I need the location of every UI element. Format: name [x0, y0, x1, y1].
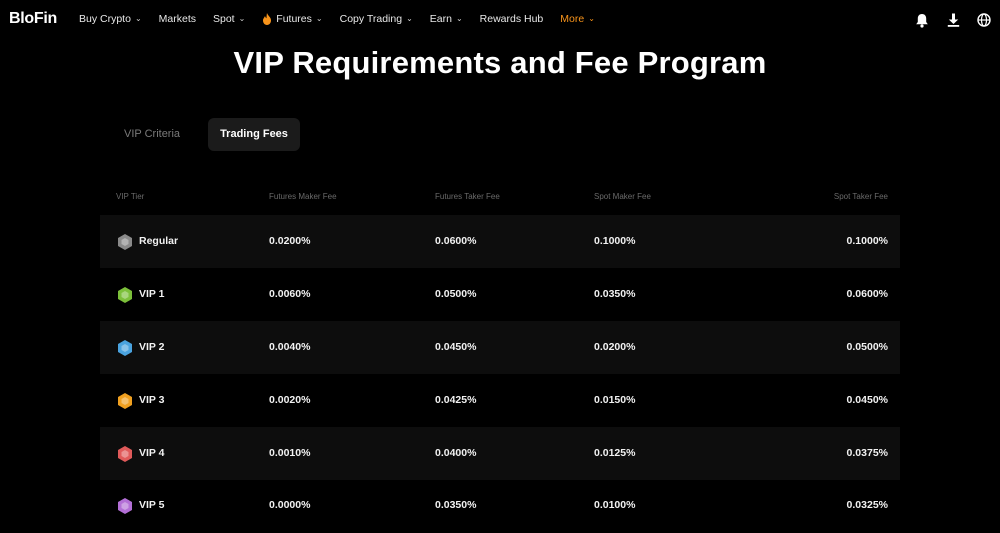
futures-taker-fee-cell: 0.0450% — [435, 341, 477, 353]
table-row: VIP 3 0.0020% 0.0425% 0.0150% 0.0450% — [100, 374, 900, 427]
vip-tier-cell: VIP 4 — [116, 427, 165, 480]
table-row: Regular 0.0200% 0.0600% 0.1000% 0.1000% — [100, 215, 900, 268]
vip-tier-label: VIP 5 — [139, 499, 165, 511]
nav-item-spot[interactable]: Spot ⌄ — [213, 13, 245, 25]
spot-maker-fee-cell: 0.0100% — [594, 499, 636, 511]
chevron-down-icon: ⌄ — [406, 13, 413, 23]
vip-tier-label: VIP 2 — [139, 341, 165, 353]
nav-item-copy-trading[interactable]: Copy Trading ⌄ — [340, 13, 413, 25]
vip-tier-cell: VIP 2 — [116, 321, 165, 374]
fire-icon — [263, 13, 272, 25]
chevron-down-icon: ⌄ — [588, 13, 595, 23]
nav-item-label: Spot — [212, 13, 235, 25]
header-spot-taker-fee: Spot Taker Fee — [833, 192, 888, 201]
header-vip-tier: VIP Tier — [116, 192, 145, 201]
futures-maker-fee-cell: 0.0200% — [269, 235, 311, 247]
nav-item-buy-crypto[interactable]: Buy Crypto ⌄ — [79, 13, 142, 25]
chevron-down-icon: ⌄ — [134, 13, 142, 23]
futures-taker-fee-cell: 0.0500% — [435, 288, 477, 300]
main-menu: Buy Crypto ⌄ Markets Spot ⌄ Futures ⌄ Co… — [79, 13, 612, 25]
table-row: VIP 4 0.0010% 0.0400% 0.0125% 0.0375% — [100, 427, 900, 480]
vip-tier-label: VIP 4 — [139, 447, 165, 459]
vip-tier-label: Regular — [139, 235, 179, 247]
vip-badge-icon — [118, 392, 132, 409]
futures-taker-fee-cell: 0.0400% — [435, 447, 477, 459]
spot-maker-fee-cell: 0.0125% — [594, 447, 636, 459]
vip-tier-cell: VIP 3 — [116, 374, 165, 427]
spot-taker-fee-cell: 0.1000% — [846, 235, 888, 247]
futures-maker-fee-cell: 0.0010% — [269, 447, 311, 459]
nav-item-label: More — [560, 13, 585, 25]
chevron-down-icon: ⌄ — [455, 13, 463, 23]
page-title: VIP Requirements and Fee Program — [233, 45, 767, 80]
chevron-down-icon: ⌄ — [315, 13, 323, 23]
nav-item-label: Copy Trading — [339, 13, 403, 25]
chevron-down-icon: ⌄ — [238, 13, 246, 23]
nav-item-earn[interactable]: Earn ⌄ — [430, 13, 463, 25]
spot-maker-fee-cell: 0.0200% — [594, 341, 636, 353]
tab-trading-fees[interactable]: Trading Fees — [208, 118, 300, 151]
globe-icon[interactable] — [976, 12, 992, 28]
spot-taker-fee-cell: 0.0450% — [846, 394, 888, 406]
header-spot-maker-fee: Spot Maker Fee — [594, 192, 651, 201]
vip-badge-icon — [118, 497, 132, 514]
nav-item-markets[interactable]: Markets — [159, 13, 196, 25]
vip-tier-cell: VIP 5 — [116, 479, 165, 532]
vip-tier-label: VIP 3 — [139, 394, 165, 406]
nav-item-label: Rewards Hub — [479, 13, 544, 25]
futures-maker-fee-cell: 0.0040% — [269, 341, 311, 353]
bell-icon[interactable] — [914, 12, 930, 28]
futures-maker-fee-cell: 0.0000% — [269, 499, 311, 511]
blofin-logo[interactable]: BloFin — [9, 10, 57, 28]
spot-maker-fee-cell: 0.0150% — [594, 394, 636, 406]
spot-taker-fee-cell: 0.0500% — [846, 341, 888, 353]
vip-badge-icon — [118, 339, 132, 356]
futures-maker-fee-cell: 0.0020% — [269, 394, 311, 406]
table-row: VIP 5 0.0000% 0.0350% 0.0100% 0.0325% — [100, 479, 900, 532]
nav-item-rewards-hub[interactable]: Rewards Hub — [480, 13, 544, 25]
vip-tier-cell: VIP 1 — [116, 268, 165, 321]
spot-maker-fee-cell: 0.1000% — [594, 235, 636, 247]
spot-maker-fee-cell: 0.0350% — [594, 288, 636, 300]
spot-taker-fee-cell: 0.0600% — [846, 288, 888, 300]
nav-item-label: Markets — [158, 13, 196, 25]
futures-taker-fee-cell: 0.0425% — [435, 394, 477, 406]
nav-item-label: Earn — [429, 13, 452, 25]
table-header: VIP Tier Futures Maker Fee Futures Taker… — [0, 192, 1000, 204]
top-nav: BloFin Buy Crypto ⌄ Markets Spot ⌄ Futur… — [0, 0, 1000, 40]
header-futures-maker-fee: Futures Maker Fee — [269, 192, 337, 201]
nav-item-label: Buy Crypto — [79, 13, 131, 25]
vip-badge-icon — [118, 233, 132, 250]
vip-tier-label: VIP 1 — [139, 288, 165, 300]
futures-taker-fee-cell: 0.0350% — [435, 499, 477, 511]
nav-utility-icons — [899, 12, 992, 28]
spot-taker-fee-cell: 0.0325% — [846, 499, 888, 511]
nav-item-more[interactable]: More ⌄ — [560, 13, 595, 25]
table-row: VIP 2 0.0040% 0.0450% 0.0200% 0.0500% — [100, 321, 900, 374]
futures-taker-fee-cell: 0.0600% — [435, 235, 477, 247]
vip-badge-icon — [118, 286, 132, 303]
table-row: VIP 1 0.0060% 0.0500% 0.0350% 0.0600% — [100, 268, 900, 321]
vip-badge-icon — [118, 445, 132, 462]
futures-maker-fee-cell: 0.0060% — [269, 288, 311, 300]
download-icon[interactable] — [945, 12, 961, 28]
nav-item-futures[interactable]: Futures ⌄ — [262, 13, 323, 25]
tab-vip-criteria[interactable]: VIP Criteria — [108, 118, 196, 151]
nav-item-label: Futures — [276, 13, 312, 25]
vip-tier-cell: Regular — [116, 215, 178, 268]
spot-taker-fee-cell: 0.0375% — [846, 447, 888, 459]
header-futures-taker-fee: Futures Taker Fee — [435, 192, 500, 201]
